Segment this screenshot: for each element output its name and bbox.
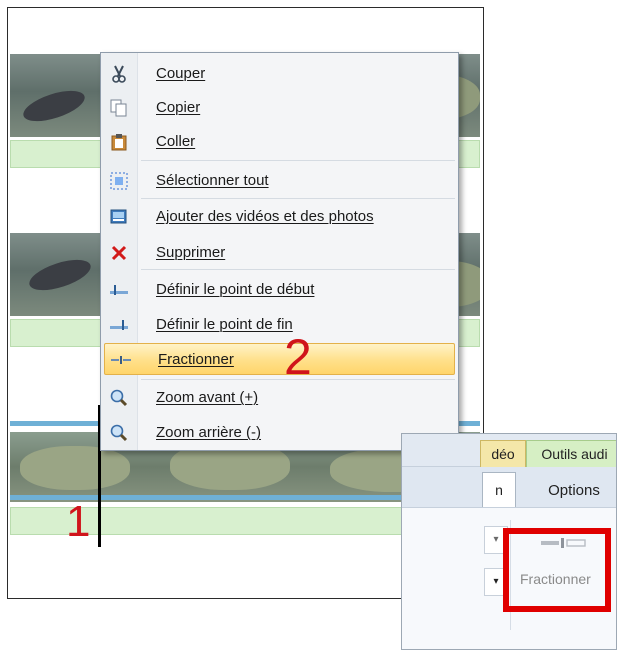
menu-item-point-fin[interactable]: Définir le point de fin (103, 309, 454, 341)
menu-separator (141, 269, 455, 270)
tab-video-tools[interactable]: déo (480, 440, 526, 468)
menu-item-coller[interactable]: Coller (103, 126, 454, 158)
delete-icon (109, 244, 129, 262)
menu-item-copier[interactable]: Copier (103, 92, 454, 124)
step-number-1: 1 (66, 497, 91, 546)
set-start-icon (109, 281, 129, 299)
zoom-out-icon (109, 424, 129, 442)
menu-item-couper[interactable]: Couper (103, 58, 454, 90)
menu-item-label: Fractionner (158, 351, 234, 368)
menu-item-label: Zoom arrière (-) (156, 424, 262, 441)
context-menu: Couper Copier Coller Sélectionner tout A… (100, 52, 459, 451)
split-icon (111, 351, 131, 369)
menu-separator (141, 198, 455, 199)
add-media-icon (109, 208, 129, 226)
menu-separator (141, 160, 455, 161)
tab-options[interactable]: Options (532, 478, 616, 504)
menu-item-supprimer[interactable]: Supprimer (103, 237, 454, 269)
zoom-in-icon (109, 389, 129, 407)
scissors-icon (109, 65, 129, 83)
tab-edition[interactable]: n (482, 472, 516, 507)
menu-item-label: Supprimer (156, 244, 226, 261)
menu-item-point-debut[interactable]: Définir le point de début (103, 274, 454, 306)
menu-item-label: Couper (156, 65, 206, 82)
menu-item-label: Sélectionner tout (156, 172, 269, 189)
tab-audio-tools[interactable]: Outils audi (526, 440, 616, 468)
menu-item-label: Définir le point de fin (156, 316, 293, 333)
menu-item-label: Coller (156, 133, 196, 150)
paste-icon (109, 133, 129, 151)
menu-item-selectionner-tout[interactable]: Sélectionner tout (103, 165, 454, 197)
copy-icon (109, 99, 129, 117)
menu-item-label: Copier (156, 99, 201, 116)
menu-item-label: Ajouter des vidéos et des photos (156, 208, 374, 225)
menu-item-label: Définir le point de début (156, 281, 315, 298)
step-number-2: 2 (284, 329, 312, 385)
menu-item-ajouter[interactable]: Ajouter des vidéos et des photos (103, 201, 454, 233)
select-all-icon (109, 172, 129, 190)
menu-item-fractionner[interactable]: Fractionner (104, 343, 455, 375)
menu-item-label: Zoom avant (+) (156, 389, 259, 406)
highlight-box (503, 528, 611, 612)
menu-item-zoom-avant[interactable]: Zoom avant (+) (103, 382, 454, 414)
set-end-icon (109, 316, 129, 334)
